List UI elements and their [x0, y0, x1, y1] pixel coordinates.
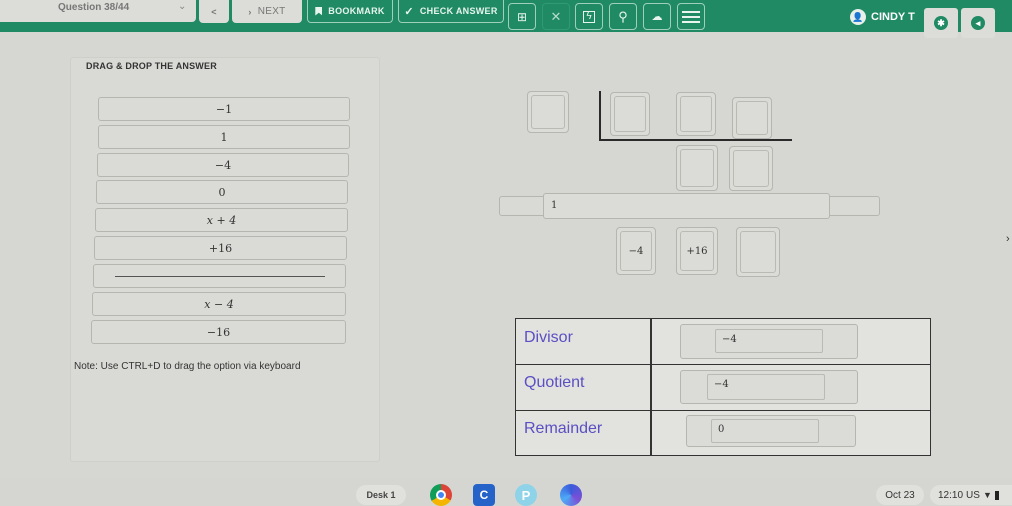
answer-value: 0	[711, 419, 819, 443]
accessibility-button[interactable]: ✱	[924, 8, 958, 38]
synthetic-row: 1	[499, 193, 880, 219]
next-button[interactable]: › NEXT	[232, 0, 302, 23]
division-bar-line	[114, 275, 325, 277]
bottom-drop-slot[interactable]: +16	[676, 227, 718, 275]
drag-option[interactable]: x − 4	[92, 292, 346, 316]
c-app-icon[interactable]: C	[473, 484, 495, 506]
user-info: 👤 CINDY T	[850, 9, 915, 25]
line-reader-icon	[682, 10, 700, 23]
answer-table: Divisor −4 Quotient −4 Remainder 0	[515, 318, 931, 456]
quotient-drop-slot[interactable]	[676, 145, 718, 191]
wifi-icon: ▼	[982, 490, 992, 500]
bottom-drop-slot[interactable]: −4	[616, 227, 656, 275]
row-label: Remainder	[524, 420, 603, 437]
status-tray[interactable]: 12:10 US ▼	[930, 485, 1012, 505]
checkmark-icon: ✓	[404, 5, 414, 18]
table-row: Divisor −4	[516, 319, 930, 365]
division-bracket-horizontal	[599, 139, 792, 141]
row-label: Quotient	[524, 374, 585, 391]
locale-indicator: US	[966, 489, 980, 501]
divisor-drop-slot[interactable]	[527, 91, 569, 133]
answer-value: −4	[715, 329, 823, 353]
chevron-right-icon: ›	[248, 6, 252, 17]
accessibility-icon: ✱	[934, 16, 948, 30]
question-selector[interactable]: Question 38/44 ⌄	[0, 0, 196, 22]
drag-option[interactable]: 1	[98, 125, 350, 149]
keyboard-note: Note: Use CTRL+D to drag the option via …	[74, 361, 301, 372]
quotient-drop-slot[interactable]	[729, 146, 773, 191]
bookmark-label: BOOKMARK	[328, 6, 385, 16]
table-row: Remainder 0	[516, 411, 930, 455]
check-answer-button[interactable]: ✓ CHECK ANSWER	[398, 0, 504, 23]
table-row: Quotient −4	[516, 365, 930, 411]
formula-sheet-button[interactable]: ϟ	[575, 3, 603, 30]
copilot-app-icon[interactable]	[560, 484, 582, 506]
quotient-answer-slot[interactable]: −4	[680, 370, 858, 404]
user-avatar-icon: 👤	[850, 9, 866, 25]
chrome-app-icon[interactable]	[430, 484, 452, 506]
zoom-button[interactable]: ⚲	[609, 3, 637, 30]
drag-option-division-bar[interactable]	[93, 264, 346, 288]
battery-icon	[994, 490, 999, 500]
option-text: +16	[208, 241, 233, 255]
drag-option[interactable]: +16	[94, 236, 347, 260]
chevron-down-icon: ⌄	[178, 1, 187, 12]
close-icon: ✕	[550, 8, 562, 24]
row-label: Divisor	[524, 329, 573, 346]
option-text: 0	[218, 185, 226, 199]
p-app-icon[interactable]: P	[515, 484, 537, 506]
eliminator-button[interactable]: ✕	[542, 3, 570, 30]
question-label: Question 38/44	[58, 2, 130, 13]
drag-option[interactable]: x + 4	[95, 208, 348, 232]
bottom-drop-slot[interactable]	[736, 227, 780, 277]
row-filled-slot[interactable]: 1	[543, 193, 830, 219]
row-value: 1	[551, 200, 558, 211]
option-text: 1	[220, 130, 228, 144]
desk-button[interactable]: Desk 1	[356, 485, 406, 505]
option-text: −4	[214, 158, 232, 172]
option-text: x − 4	[204, 297, 234, 311]
chevron-left-icon: <	[211, 6, 217, 17]
prev-button[interactable]: <	[199, 0, 229, 23]
division-bracket-vertical	[599, 91, 601, 140]
answer-value: −4	[707, 374, 825, 400]
option-text: −1	[215, 102, 233, 116]
dividend-drop-slot[interactable]	[732, 97, 772, 139]
top-toolbar: Question 38/44 ⌄ < › NEXT BOOKMARK ✓ CHE…	[0, 0, 1012, 38]
cloud-upload-icon: ☁	[651, 11, 663, 23]
line-reader-button[interactable]	[677, 3, 705, 30]
drag-option[interactable]: −4	[97, 153, 349, 177]
clock: 12:10	[938, 489, 964, 501]
bookmark-button[interactable]: BOOKMARK	[307, 0, 393, 23]
date-display[interactable]: Oct 23	[876, 485, 924, 505]
os-taskbar	[0, 478, 1012, 506]
divisor-answer-slot[interactable]: −4	[680, 324, 858, 359]
check-answer-label: CHECK ANSWER	[419, 6, 498, 16]
remainder-answer-slot[interactable]: 0	[686, 415, 856, 447]
dividend-drop-slot[interactable]	[610, 92, 650, 136]
bookmark-icon	[315, 6, 323, 16]
drag-drop-title: DRAG & DROP THE ANSWER	[86, 61, 217, 71]
chevron-right-icon[interactable]: ›	[1006, 233, 1010, 245]
drag-option[interactable]: −1	[98, 97, 350, 121]
calculator-icon: ⊞	[516, 9, 528, 24]
notepad-icon: ϟ	[583, 10, 595, 23]
user-name: CINDY T	[871, 11, 915, 23]
next-label: NEXT	[257, 6, 286, 17]
dividend-drop-slot[interactable]	[676, 92, 716, 136]
exit-button[interactable]: ◂	[961, 8, 995, 38]
option-text: x + 4	[206, 213, 237, 227]
calculator-button[interactable]: ⊞	[508, 3, 536, 30]
option-text: −16	[206, 325, 231, 339]
drag-option[interactable]: 0	[96, 180, 348, 204]
exit-icon: ◂	[971, 16, 985, 30]
magnifier-icon: ⚲	[618, 8, 628, 24]
drag-option[interactable]: −16	[91, 320, 346, 344]
upload-button[interactable]: ☁	[643, 3, 671, 30]
